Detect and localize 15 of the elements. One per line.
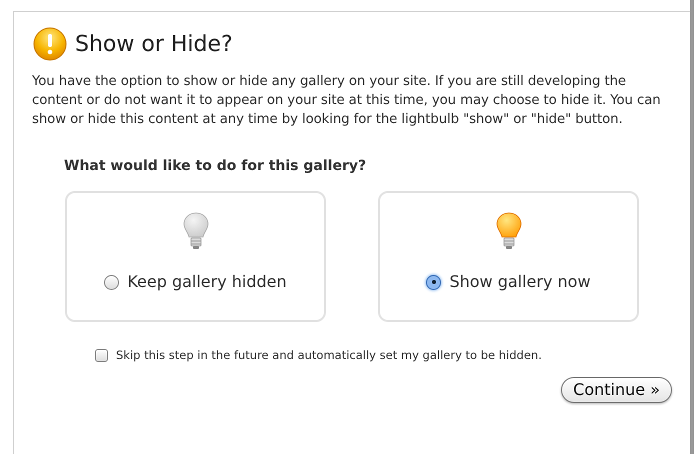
lightbulb-icon [182, 212, 208, 250]
option-label: Keep gallery hidden [127, 271, 287, 293]
question-label: What would like to do for this gallery? [64, 157, 368, 176]
warning-icon [33, 27, 67, 61]
continue-button[interactable]: Continue » [561, 377, 672, 404]
option-label: Show gallery now [449, 271, 591, 293]
skip-label: Skip this step in the future and automatically set my gallery to be hidden. [116, 347, 542, 364]
lightbulb-icon [496, 212, 522, 250]
radio-button[interactable] [104, 274, 120, 290]
radio-button[interactable] [426, 274, 442, 290]
option-card[interactable]: Show gallery now [378, 191, 639, 322]
skip-checkbox[interactable] [95, 349, 108, 362]
description-text: You have the option to show or hide any gallery on your site. If you are still developing the content or do not want it to appear on your site at this time, you may choose to hide it. You can show or hide this content at any time by looking for the lightbulb "show" or "hide" button. [32, 73, 662, 129]
dialog-title: Show or Hide? [75, 30, 233, 58]
option-card[interactable]: Keep gallery hidden [65, 191, 326, 322]
